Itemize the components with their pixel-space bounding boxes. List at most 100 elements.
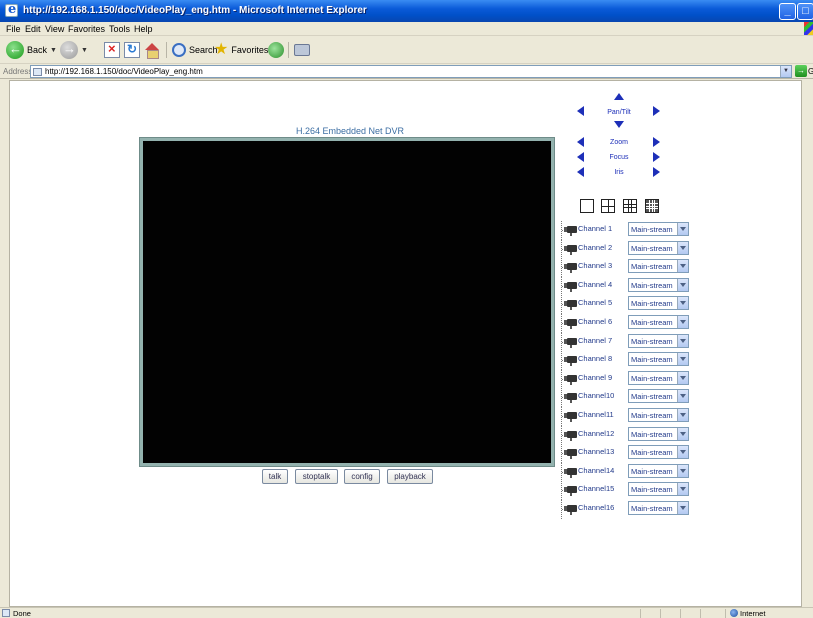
chevron-down-icon[interactable] bbox=[677, 409, 688, 421]
channel-label[interactable]: Channel11 bbox=[578, 410, 614, 419]
stream-select[interactable]: Main-stream bbox=[628, 482, 689, 497]
stream-select[interactable]: Main-stream bbox=[628, 333, 689, 348]
channel-label[interactable]: Channel 9 bbox=[578, 373, 612, 382]
address-bar: Address http://192.168.1.150/doc/VideoPl… bbox=[0, 64, 813, 79]
minimize-button[interactable]: _ bbox=[779, 3, 796, 20]
stop-button[interactable] bbox=[104, 40, 120, 60]
chevron-down-icon[interactable] bbox=[677, 353, 688, 366]
video-player[interactable] bbox=[139, 137, 555, 467]
iris-label: Iris bbox=[614, 169, 624, 176]
chevron-down-icon[interactable] bbox=[677, 278, 688, 291]
chevron-down-icon[interactable] bbox=[677, 371, 688, 384]
layout-single-icon[interactable] bbox=[580, 199, 594, 213]
channel-label[interactable]: Channel10 bbox=[578, 391, 614, 400]
channel-label[interactable]: Channel 3 bbox=[578, 261, 612, 270]
pan-right-arrow-icon[interactable] bbox=[653, 106, 660, 116]
address-input[interactable]: http://192.168.1.150/doc/VideoPlay_eng.h… bbox=[30, 65, 792, 78]
forward-button[interactable]: ▼ bbox=[60, 40, 88, 60]
stream-select[interactable]: Main-stream bbox=[628, 222, 689, 236]
channel-label[interactable]: Channel 7 bbox=[578, 336, 612, 345]
tilt-up-arrow-icon[interactable] bbox=[614, 93, 624, 100]
zoom-out-arrow-icon[interactable] bbox=[577, 137, 584, 147]
channel-label[interactable]: Channel 1 bbox=[578, 224, 612, 233]
stream-select[interactable]: Main-stream bbox=[628, 370, 689, 385]
pan-left-arrow-icon[interactable] bbox=[577, 106, 584, 116]
stream-select[interactable]: Main-stream bbox=[628, 501, 689, 515]
stream-select[interactable]: Main-stream bbox=[628, 426, 689, 441]
focus-near-arrow-icon[interactable] bbox=[577, 152, 584, 162]
address-dropdown-button[interactable]: ▼ bbox=[780, 66, 791, 77]
menu-help[interactable]: Help bbox=[134, 24, 153, 34]
iris-close-arrow-icon[interactable] bbox=[577, 167, 584, 177]
menu-view[interactable]: View bbox=[45, 24, 64, 34]
camera-icon bbox=[564, 467, 577, 478]
layout-quad-icon[interactable] bbox=[601, 199, 615, 213]
zoom-in-arrow-icon[interactable] bbox=[653, 137, 660, 147]
chevron-down-icon[interactable] bbox=[677, 427, 688, 440]
layout-sixteen-icon[interactable] bbox=[645, 199, 659, 213]
menu-tools[interactable]: Tools bbox=[109, 24, 130, 34]
playback-button[interactable]: playback bbox=[387, 469, 433, 484]
security-zone-label: Internet bbox=[740, 609, 766, 618]
favorites-button[interactable]: ★ Favorites bbox=[214, 40, 268, 60]
channel-label[interactable]: Channel15 bbox=[578, 484, 614, 493]
title-bar[interactable]: http://192.168.1.150/doc/VideoPlay_eng.h… bbox=[0, 0, 813, 22]
go-label[interactable]: Go bbox=[808, 67, 813, 76]
stream-select[interactable]: Main-stream bbox=[628, 277, 689, 292]
iris-open-arrow-icon[interactable] bbox=[653, 167, 660, 177]
print-button[interactable] bbox=[294, 40, 310, 60]
chevron-down-icon[interactable] bbox=[677, 260, 688, 273]
chevron-down-icon[interactable] bbox=[677, 483, 688, 496]
chevron-down-icon[interactable] bbox=[677, 223, 688, 235]
channel-label[interactable]: Channel14 bbox=[578, 466, 614, 475]
search-button[interactable]: Search bbox=[172, 40, 218, 60]
stream-select[interactable]: Main-stream bbox=[628, 315, 689, 329]
stream-select[interactable]: Main-stream bbox=[628, 445, 689, 460]
stream-select[interactable]: Main-stream bbox=[628, 389, 689, 404]
back-button[interactable]: Back ▼ bbox=[6, 40, 57, 60]
menu-file[interactable]: File bbox=[6, 24, 21, 34]
stream-select[interactable]: Main-stream bbox=[628, 352, 689, 367]
stoptalk-button[interactable]: stoptalk bbox=[295, 469, 338, 484]
toolbar: Back ▼ ▼ Search ★ Favorites bbox=[0, 36, 813, 64]
toolbar-separator bbox=[166, 42, 167, 58]
chevron-down-icon[interactable] bbox=[677, 316, 688, 328]
go-arrow-icon[interactable]: → bbox=[795, 65, 807, 77]
channel-row: Channel14 Main-stream bbox=[559, 462, 689, 482]
stream-select[interactable]: Main-stream bbox=[628, 463, 689, 478]
refresh-button[interactable] bbox=[124, 40, 140, 60]
channel-label[interactable]: Channel 2 bbox=[578, 243, 612, 252]
channel-label[interactable]: Channel 6 bbox=[578, 317, 612, 326]
stream-select[interactable]: Main-stream bbox=[628, 240, 689, 255]
channel-label[interactable]: Channel 5 bbox=[578, 298, 612, 307]
channel-label[interactable]: Channel12 bbox=[578, 429, 614, 438]
chevron-down-icon[interactable] bbox=[677, 297, 688, 310]
chevron-down-icon[interactable] bbox=[677, 390, 688, 403]
channel-label[interactable]: Channel16 bbox=[578, 503, 614, 512]
page-content: H.264 Embedded Net DVR talk stoptalk con… bbox=[9, 80, 802, 607]
maximize-button[interactable]: □ bbox=[797, 3, 813, 20]
chevron-down-icon[interactable] bbox=[677, 334, 688, 347]
channel-label[interactable]: Channel 4 bbox=[578, 280, 612, 289]
chevron-down-icon[interactable] bbox=[677, 464, 688, 477]
config-button[interactable]: config bbox=[344, 469, 380, 484]
stream-select[interactable]: Main-stream bbox=[628, 408, 689, 422]
chevron-down-icon[interactable] bbox=[677, 502, 688, 514]
menu-favorites[interactable]: Favorites bbox=[68, 24, 105, 34]
media-button[interactable] bbox=[268, 40, 284, 60]
channel-label[interactable]: Channel13 bbox=[578, 447, 614, 456]
focus-far-arrow-icon[interactable] bbox=[653, 152, 660, 162]
talk-button[interactable]: talk bbox=[262, 469, 288, 484]
channel-label[interactable]: Channel 8 bbox=[578, 354, 612, 363]
stream-select[interactable]: Main-stream bbox=[628, 296, 689, 311]
chevron-down-icon[interactable] bbox=[677, 446, 688, 459]
home-button[interactable] bbox=[144, 40, 160, 60]
menu-edit[interactable]: Edit bbox=[25, 24, 41, 34]
stream-select-value: Main-stream bbox=[631, 225, 673, 234]
stream-select-value: Main-stream bbox=[631, 411, 673, 420]
tilt-down-arrow-icon[interactable] bbox=[614, 121, 624, 128]
camera-icon bbox=[564, 337, 577, 348]
chevron-down-icon[interactable] bbox=[677, 241, 688, 254]
stream-select[interactable]: Main-stream bbox=[628, 259, 689, 274]
layout-nine-icon[interactable] bbox=[623, 199, 637, 213]
